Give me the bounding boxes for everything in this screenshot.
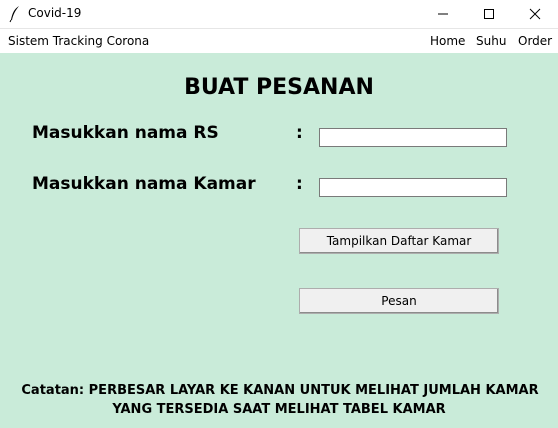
- window-title: Covid-19: [28, 6, 82, 20]
- menubar-brand: Sistem Tracking Corona: [8, 34, 150, 48]
- note-line-1: Catatan: PERBESAR LAYAR KE KANAN UNTUK M…: [21, 383, 539, 398]
- close-button[interactable]: [512, 0, 558, 28]
- minimize-icon: [438, 13, 448, 15]
- feather-icon: [9, 6, 19, 23]
- minimize-button[interactable]: [420, 0, 466, 28]
- rs-separator: :: [296, 123, 303, 143]
- rs-name-input[interactable]: [319, 128, 507, 147]
- order-button[interactable]: Pesan: [299, 288, 499, 314]
- kamar-separator: :: [296, 174, 303, 194]
- note-text: Catatan: PERBESAR LAYAR KE KANAN UNTUK M…: [0, 381, 558, 419]
- close-icon: [529, 8, 541, 20]
- maximize-icon: [484, 9, 494, 19]
- order-form-panel: BUAT PESANAN Masukkan nama RS : Masukkan…: [0, 53, 558, 428]
- menu-item-home[interactable]: Home: [430, 34, 465, 48]
- page-title: BUAT PESANAN: [184, 75, 374, 100]
- kamar-name-label: Masukkan nama Kamar: [32, 174, 256, 194]
- menu-item-suhu[interactable]: Suhu: [476, 34, 506, 48]
- kamar-name-input[interactable]: [319, 178, 507, 197]
- menu-item-order[interactable]: Order: [518, 34, 552, 48]
- show-room-list-button[interactable]: Tampilkan Daftar Kamar: [299, 228, 499, 254]
- menubar: Sistem Tracking Corona Home Suhu Order: [0, 28, 558, 54]
- window-titlebar[interactable]: Covid-19: [0, 0, 558, 28]
- note-line-2: YANG TERSEDIA SAAT MELIHAT TABEL KAMAR: [112, 402, 446, 417]
- maximize-button[interactable]: [466, 0, 512, 28]
- rs-name-label: Masukkan nama RS: [32, 123, 219, 143]
